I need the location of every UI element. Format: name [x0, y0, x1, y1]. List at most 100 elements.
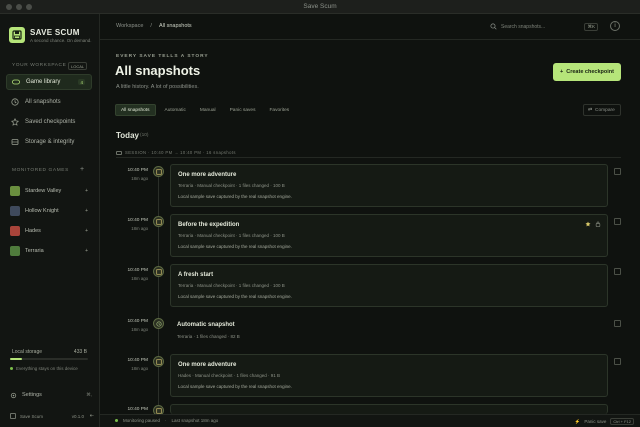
nav-item-saved-checkpoints[interactable]: Saved checkpoints [6, 114, 92, 130]
collapse-sidebar-icon[interactable]: ⇤ [90, 413, 94, 419]
snapshot-title[interactable]: Automatic snapshot [177, 322, 235, 328]
compare-button[interactable]: ⇄ Compare [583, 104, 621, 116]
game-item-terraria[interactable]: Terraria + [10, 244, 94, 258]
row-checkbox[interactable] [614, 268, 621, 275]
snapshot-meta: Hades · Manual checkpoint · 1 files chan… [178, 373, 281, 378]
session-icon [116, 150, 122, 155]
filter-favorites[interactable]: Favorites [264, 104, 294, 116]
row-time: 10:40 PM [127, 168, 148, 173]
app-icon [10, 413, 16, 419]
snapshot-card[interactable]: One more adventure Hades · Manual checkp… [170, 354, 608, 397]
lock-icon[interactable] [595, 221, 601, 227]
snapshot-meta: Terraria · Manual checkpoint · 1 files c… [178, 233, 285, 238]
last-snapshot: Last snapshot 18m ago [171, 418, 219, 423]
search-placeholder: Search snapshots... [501, 23, 546, 30]
row-checkbox[interactable] [614, 168, 621, 175]
game-action[interactable]: + [85, 248, 88, 254]
row-time: 10:40 PM [127, 218, 148, 223]
favorite-star-icon[interactable] [585, 221, 591, 227]
settings-button[interactable]: Settings ⌘, [10, 390, 92, 400]
nav-label: Game library [26, 79, 61, 85]
snapshot-title: A fresh start [178, 272, 214, 278]
game-action[interactable]: + [85, 188, 88, 194]
snapshot-desc: Local sample save captured by the real s… [178, 294, 292, 299]
game-name: Hades [25, 228, 41, 234]
day-heading: Today [116, 131, 139, 140]
game-name: Terraria [25, 248, 44, 254]
save-logo-icon [9, 27, 25, 43]
monitored-label: MONITORED GAMES [12, 168, 69, 173]
status-dot-icon [10, 367, 13, 370]
monitoring-status[interactable]: Monitoring paused [123, 418, 160, 423]
storage-bar [10, 358, 88, 360]
snapshot-card[interactable]: Before the expedition Terraria · Manual … [170, 214, 608, 257]
settings-shortcut: ⌘, [86, 392, 92, 397]
brand: SAVE SCUM A second chance. On demand. [9, 27, 92, 43]
snapshot-title: One more adventure [178, 172, 237, 178]
app-footer-name: Save Scum [20, 413, 44, 419]
create-checkpoint-label: Create checkpoint [566, 69, 614, 75]
topbar: Workspace / All snapshots Search snapsho… [100, 14, 640, 40]
game-item-hades[interactable]: Hades + [10, 224, 94, 238]
panic-save-shortcut: Ctrl + F12 [610, 418, 634, 425]
storage-value: 433 B [73, 349, 87, 355]
filter-automatic[interactable]: Automatic [160, 104, 191, 116]
save-node-icon [153, 216, 164, 227]
create-checkpoint-button[interactable]: + Create checkpoint [553, 63, 621, 81]
nav-item-game-library[interactable]: Game library 4 [6, 74, 92, 90]
game-name: Hollow Knight [25, 208, 59, 214]
settings-label: Settings [22, 392, 42, 398]
session-header: SESSION · 10:40 PM → 10:40 PM · 16 snaps… [116, 150, 236, 155]
row-checkbox[interactable] [614, 358, 621, 365]
game-action[interactable]: + [85, 228, 88, 234]
snapshot-card[interactable]: One more adventure Terraria · Manual che… [170, 164, 608, 207]
search-input[interactable]: Search snapshots... ⌘K [490, 21, 598, 32]
panic-save[interactable]: ⚡ Panic save Ctrl + F12 [575, 418, 634, 425]
game-name: Stardew Valley [25, 188, 62, 194]
filter-bar: All snapshots Automatic Manual Panic sav… [115, 104, 294, 116]
session-divider [116, 157, 621, 158]
row-ago: 18m ago [131, 276, 148, 281]
status-left: Monitoring paused · Last snapshot 18m ag… [115, 418, 218, 423]
row-checkbox[interactable] [614, 320, 621, 327]
local-badge: LOCAL [68, 62, 88, 70]
filter-panic[interactable]: Panic saves [225, 104, 261, 116]
clock-node-icon [153, 318, 164, 329]
snapshot-card-partial[interactable] [170, 404, 608, 414]
nav-label: Saved checkpoints [25, 119, 76, 125]
info-icon[interactable]: i [610, 21, 620, 31]
game-action[interactable]: + [85, 208, 88, 214]
card-actions [585, 221, 601, 227]
compare-icon: ⇄ [588, 107, 593, 113]
snapshot-desc: Local sample save captured by the real s… [178, 194, 292, 199]
workspace-label: YOUR WORKSPACE [12, 63, 67, 68]
gamepad-icon [12, 79, 20, 85]
app-version: v0.1.0 [71, 413, 84, 419]
game-thumbnail [10, 246, 20, 256]
game-item-stardew[interactable]: Stardew Valley + [10, 184, 94, 198]
snapshot-meta: Terraria · Manual checkpoint · 1 files c… [178, 183, 285, 188]
snapshot-meta: Terraria · Manual checkpoint · 1 files c… [178, 283, 285, 288]
breadcrumb-root[interactable]: Workspace [116, 23, 143, 29]
breadcrumb-current: All snapshots [158, 23, 192, 29]
filter-all[interactable]: All snapshots [115, 104, 156, 116]
snapshot-title: One more adventure [178, 362, 237, 368]
filter-manual[interactable]: Manual [195, 104, 221, 116]
compare-label: Compare [595, 107, 615, 113]
row-checkbox[interactable] [614, 218, 621, 225]
row-ago: 18m ago [131, 327, 148, 332]
game-count-badge: 4 [78, 79, 85, 85]
row-time: 10:40 PM [127, 268, 148, 273]
game-thumbnail [10, 226, 20, 236]
page-subtitle: A little history. A lot of possibilities… [116, 84, 199, 90]
nav-item-storage[interactable]: Storage & integrity [6, 134, 92, 150]
snapshot-card[interactable]: A fresh start Terraria · Manual checkpoi… [170, 264, 608, 307]
page-title: All snapshots [115, 63, 201, 78]
app-footer: Save Scum v0.1.0 ⇤ [10, 412, 94, 420]
add-game-button[interactable]: + [80, 166, 84, 173]
nav-item-all-snapshots[interactable]: All snapshots [6, 94, 92, 110]
breadcrumb: Workspace / All snapshots [116, 23, 192, 29]
snapshot-title: Before the expedition [178, 222, 240, 228]
game-thumbnail [10, 206, 20, 216]
game-item-hollow-knight[interactable]: Hollow Knight + [10, 204, 94, 218]
